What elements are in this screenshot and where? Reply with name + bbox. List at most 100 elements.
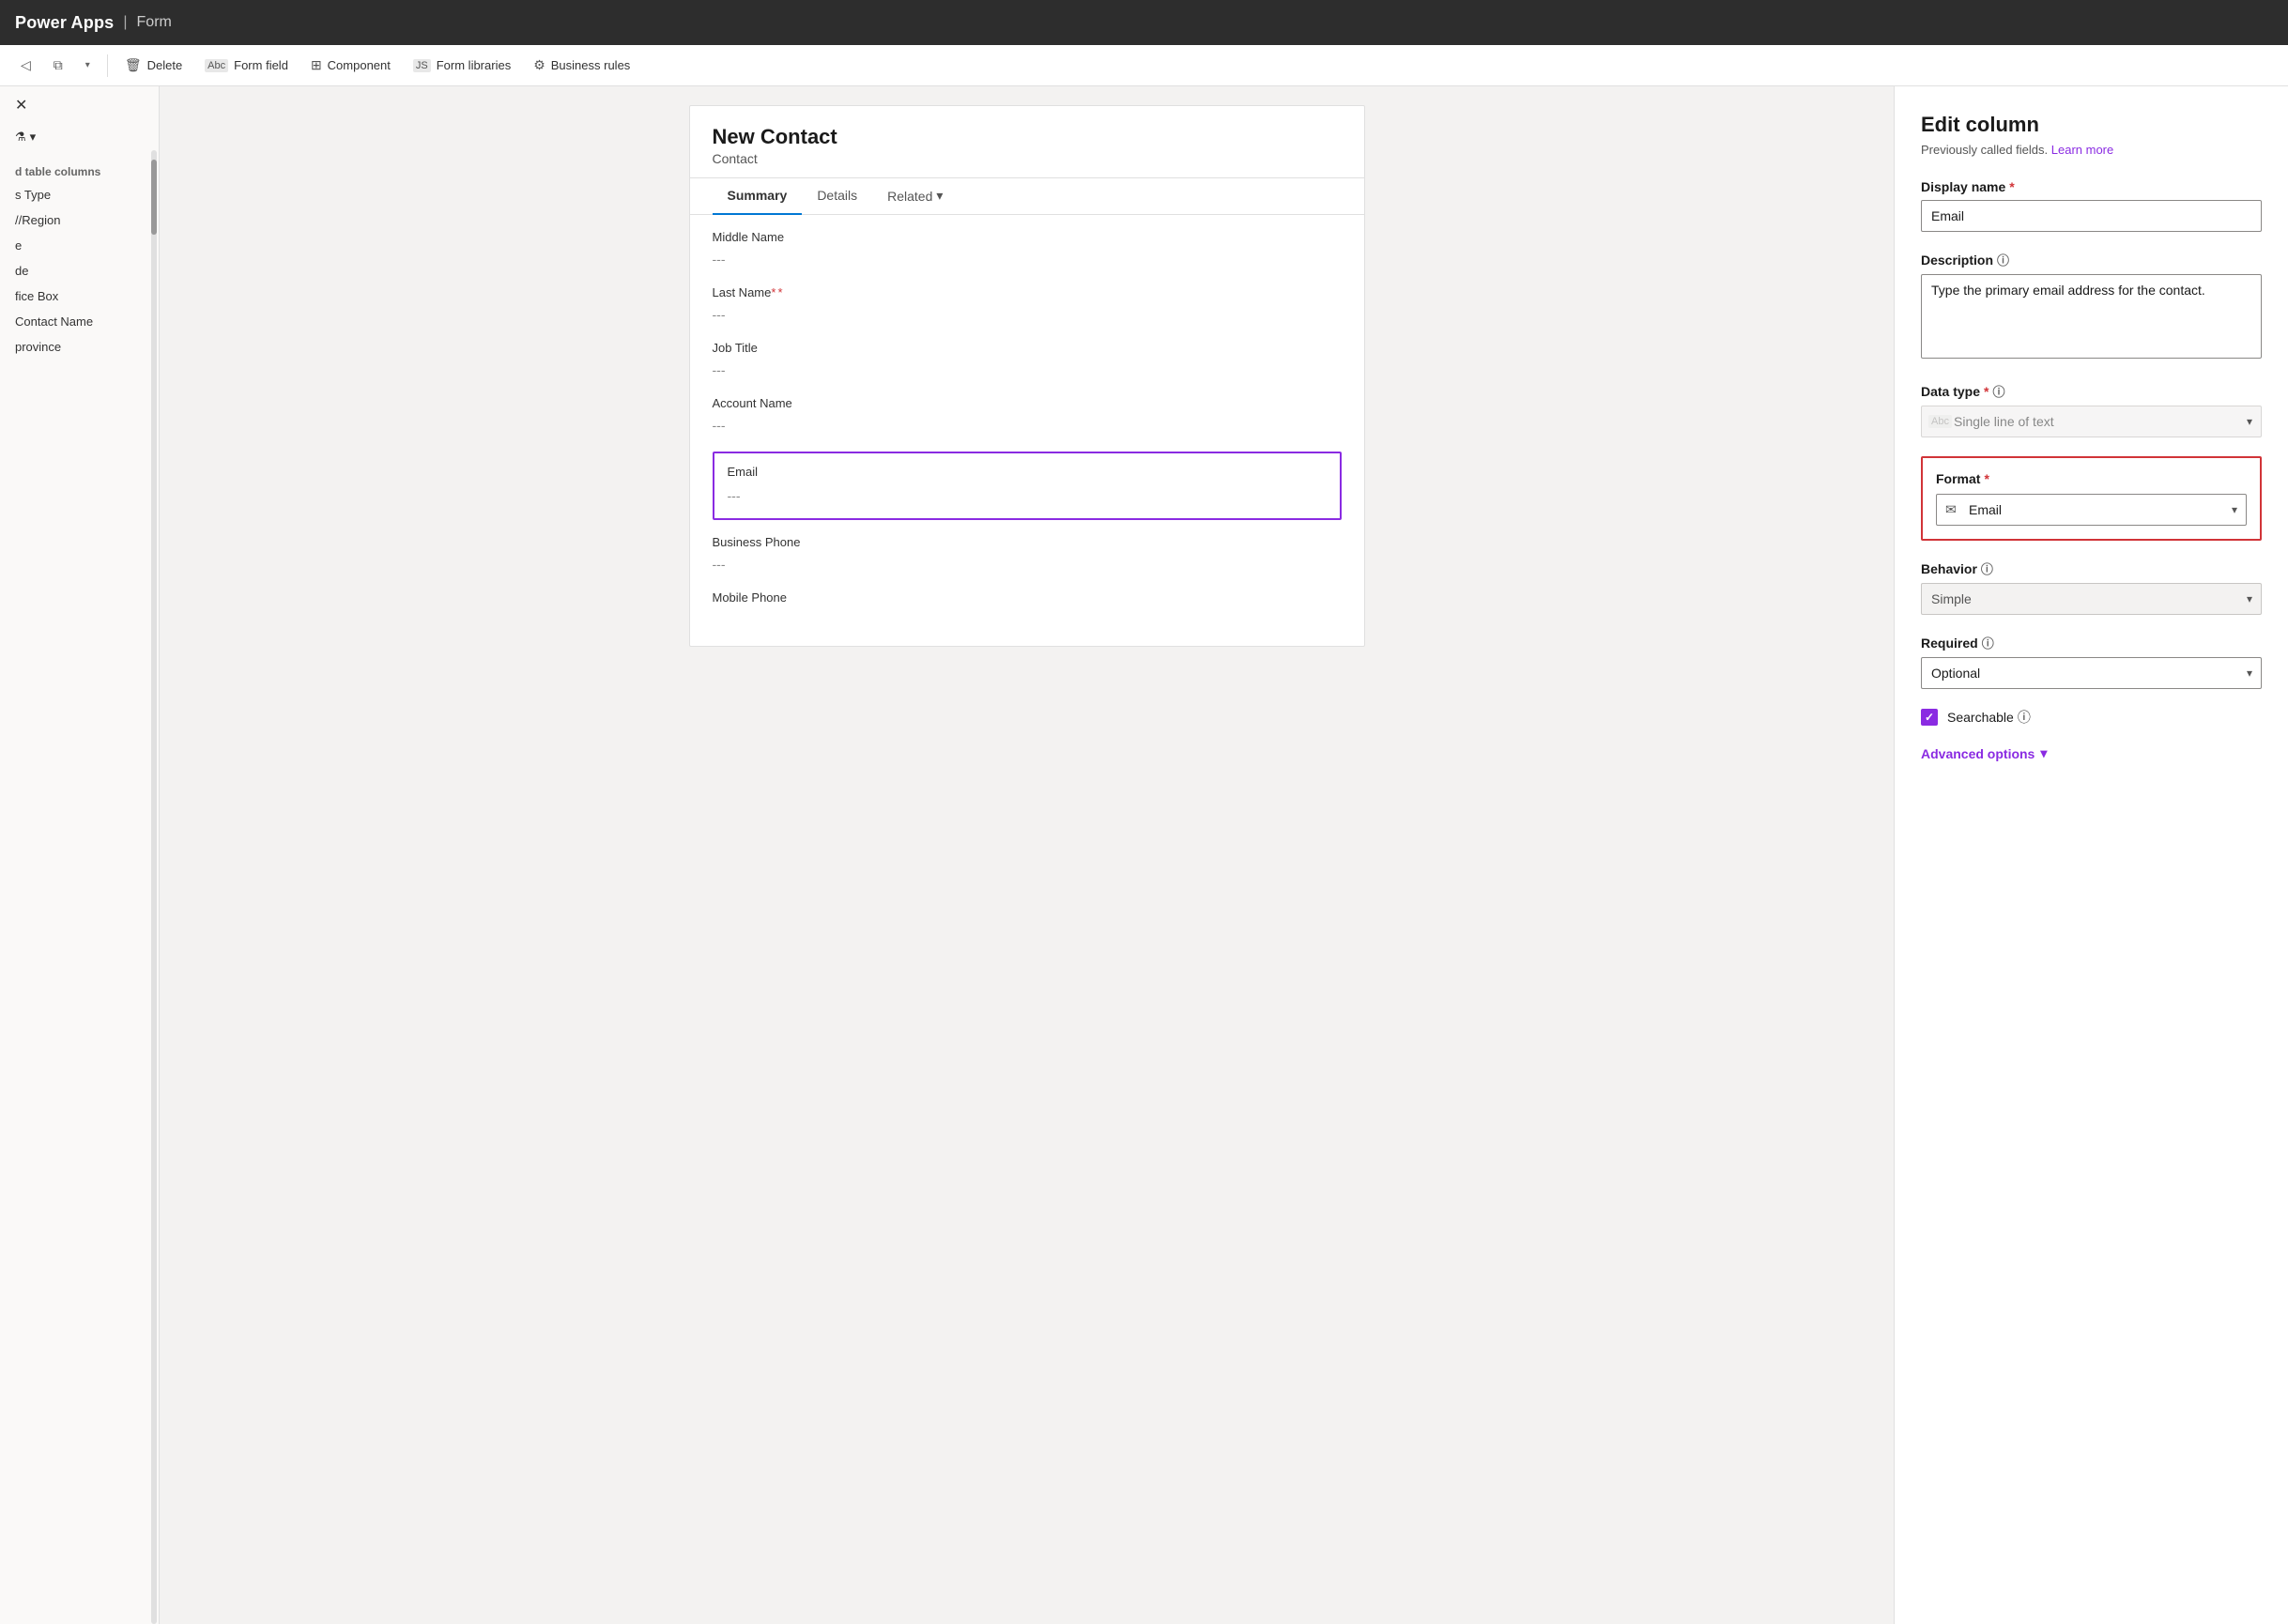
field-middle-name: Middle Name --- (713, 230, 1342, 270)
form-tabs: Summary Details Related ▾ (690, 178, 1364, 215)
field-account-name-label: Account Name (713, 396, 1342, 410)
display-name-input[interactable] (1921, 200, 2262, 232)
advanced-options-row[interactable]: Advanced options ▾ (1921, 745, 2262, 761)
copy-button[interactable]: ⧉ (44, 51, 72, 81)
field-account-name: Account Name --- (713, 396, 1342, 437)
advanced-options-chevron-icon: ▾ (2040, 745, 2047, 761)
sidebar-close-button[interactable]: ✕ (0, 86, 159, 124)
field-last-name-value: --- (713, 303, 1342, 326)
searchable-row: ✓ Searchable ⓘ (1921, 708, 2262, 727)
business-rules-label: Business rules (551, 58, 631, 72)
field-last-name-label: Last Name* (713, 285, 1342, 299)
required-select[interactable]: Optional (1921, 657, 2262, 689)
behavior-group: Behavior ⓘ Simple ▾ (1921, 559, 2262, 615)
dropdown-button[interactable]: ▾ (76, 51, 100, 81)
field-mobile-phone: Mobile Phone (713, 590, 1342, 616)
field-last-name: Last Name* --- (713, 285, 1342, 326)
data-type-info-icon[interactable]: ⓘ (1992, 382, 2004, 400)
sidebar-item-0[interactable]: s Type (0, 182, 159, 207)
advanced-options-label: Advanced options (1921, 746, 2035, 761)
top-bar: Power Apps | Form (0, 0, 2288, 45)
searchable-checkbox[interactable]: ✓ (1921, 709, 1938, 726)
data-type-label: Data type * ⓘ (1921, 382, 2262, 400)
form-field-button[interactable]: Abc Form field (195, 51, 298, 81)
component-icon: ⊞ (311, 57, 322, 73)
checkbox-check-icon: ✓ (1925, 711, 1934, 724)
field-email[interactable]: Email --- (713, 452, 1342, 520)
form-card: New Contact Contact Summary Details Rela… (689, 105, 1365, 647)
field-account-name-value: --- (713, 414, 1342, 437)
description-textarea[interactable]: Type the primary email address for the c… (1921, 274, 2262, 359)
field-email-label: Email (728, 465, 1327, 479)
delete-button[interactable]: 🗑 Delete (115, 51, 192, 81)
sidebar-item-4[interactable]: fice Box (0, 283, 159, 309)
field-business-phone: Business Phone --- (713, 535, 1342, 575)
copy-icon: ⧉ (54, 57, 63, 73)
form-area: New Contact Contact Summary Details Rela… (160, 86, 1894, 1624)
component-button[interactable]: ⊞ Component (301, 51, 400, 81)
description-group: Description ⓘ Type the primary email add… (1921, 251, 2262, 363)
form-field-icon: Abc (205, 59, 228, 72)
format-required-star: * (1984, 471, 1989, 486)
sidebar-item-1[interactable]: //Region (0, 207, 159, 233)
description-label: Description ⓘ (1921, 251, 2262, 268)
description-info-icon[interactable]: ⓘ (1997, 251, 2009, 268)
searchable-info-icon[interactable]: ⓘ (2018, 708, 2031, 727)
required-group: Required ⓘ Optional ▾ (1921, 634, 2262, 689)
data-type-group: Data type * ⓘ Abc Single line of text ▾ (1921, 382, 2262, 437)
format-select-wrapper: ✉ Email ▾ (1936, 494, 2247, 526)
business-rules-icon: ⚙ (533, 57, 545, 73)
field-email-value: --- (728, 484, 1327, 507)
main-layout: ✕ ⚗ ▾ d table columns s Type //Region e … (0, 86, 2288, 1624)
required-star: * (2009, 179, 2014, 194)
component-label: Component (328, 58, 391, 72)
learn-more-link[interactable]: Learn more (2051, 143, 2113, 157)
field-mobile-phone-label: Mobile Phone (713, 590, 1342, 605)
form-libraries-icon: JS (413, 59, 431, 72)
required-select-wrapper: Optional ▾ (1921, 657, 2262, 689)
delete-label: Delete (147, 58, 183, 72)
sidebar-item-2[interactable]: e (0, 233, 159, 258)
field-job-title-label: Job Title (713, 341, 1342, 355)
edit-panel-title: Edit column (1921, 113, 2262, 137)
form-libraries-button[interactable]: JS Form libraries (404, 51, 520, 81)
edit-column-panel: Edit column Previously called fields. Le… (1894, 86, 2288, 1624)
chevron-down-icon: ▾ (85, 60, 90, 70)
app-subtitle: Form (137, 14, 172, 31)
scrollbar-track (151, 150, 157, 1624)
back-icon: ◁ (21, 57, 31, 73)
scrollbar-thumb (151, 160, 157, 235)
toolbar-divider-1 (107, 54, 108, 77)
form-body: Middle Name --- Last Name* --- Job Title… (690, 215, 1364, 646)
tab-summary[interactable]: Summary (713, 178, 803, 215)
data-type-select-wrapper: Abc Single line of text ▾ (1921, 406, 2262, 437)
form-header: New Contact Contact (690, 106, 1364, 178)
display-name-label: Display name * (1921, 179, 2262, 194)
behavior-label: Behavior ⓘ (1921, 559, 2262, 577)
behavior-select[interactable]: Simple (1921, 583, 2262, 615)
sidebar-item-5[interactable]: Contact Name (0, 309, 159, 334)
edit-panel-subtitle: Previously called fields. Learn more (1921, 143, 2262, 157)
sidebar-content: d table columns s Type //Region e de fic… (0, 150, 159, 1624)
field-job-title-value: --- (713, 359, 1342, 381)
data-type-select[interactable]: Single line of text (1921, 406, 2262, 437)
back-button[interactable]: ◁ (11, 51, 40, 81)
sidebar: ✕ ⚗ ▾ d table columns s Type //Region e … (0, 86, 160, 1624)
sidebar-item-3[interactable]: de (0, 258, 159, 283)
app-title: Power Apps (15, 13, 114, 33)
business-rules-button[interactable]: ⚙ Business rules (524, 51, 639, 81)
tab-related[interactable]: Related ▾ (872, 178, 958, 215)
required-info-icon[interactable]: ⓘ (1982, 634, 1994, 651)
field-middle-name-value: --- (713, 248, 1342, 270)
sidebar-item-6[interactable]: province (0, 334, 159, 360)
tab-details[interactable]: Details (802, 178, 872, 215)
field-business-phone-label: Business Phone (713, 535, 1342, 549)
form-subtitle: Contact (713, 151, 1342, 166)
field-job-title: Job Title --- (713, 341, 1342, 381)
field-business-phone-value: --- (713, 553, 1342, 575)
format-select[interactable]: Email (1936, 494, 2247, 526)
sidebar-filter[interactable]: ⚗ ▾ (0, 124, 159, 150)
form-libraries-label: Form libraries (437, 58, 511, 72)
sidebar-section-header: d table columns (0, 158, 159, 182)
behavior-info-icon[interactable]: ⓘ (1981, 559, 1993, 577)
